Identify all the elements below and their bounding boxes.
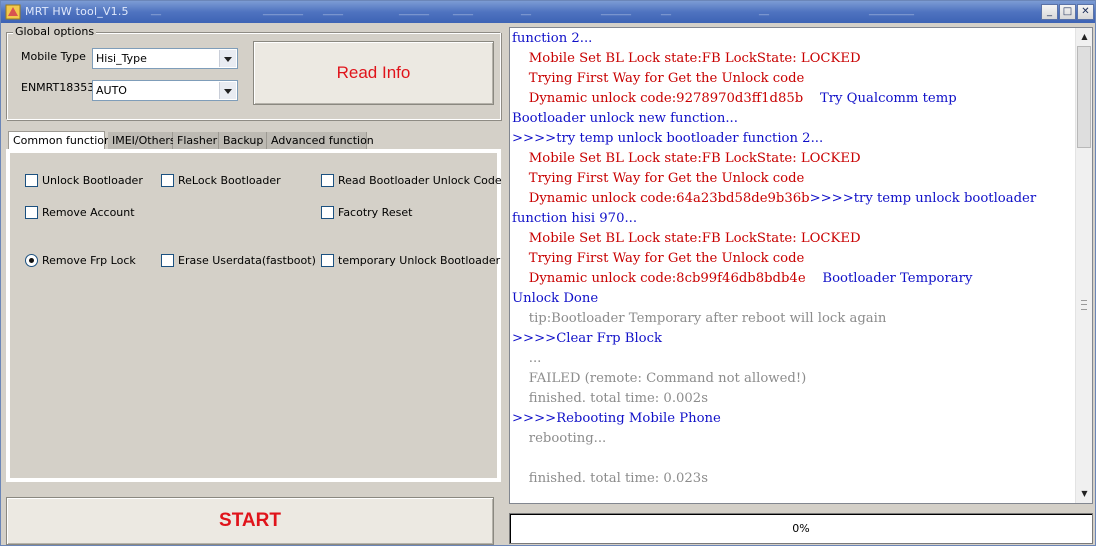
remove-frp-lock-radio[interactable]: Remove Frp Lock [25, 254, 136, 267]
checkbox-box[interactable] [321, 174, 334, 187]
enmrt-value: AUTO [96, 84, 127, 97]
log-line-segment: Bootloader Temporary [822, 271, 973, 286]
log-line: function 2... [512, 31, 593, 46]
start-button[interactable]: START [6, 497, 494, 545]
radio-dot[interactable] [25, 254, 38, 267]
app-window: MRT HW tool_V1.5 __ ________ ____ ______… [0, 0, 1096, 546]
checkbox-label: Erase Userdata(fastboot) [178, 254, 316, 267]
log-line: Mobile Set BL Lock state:FB LockState: L… [512, 51, 861, 66]
log-line: function hisi 970... [512, 211, 638, 226]
checkbox-box[interactable] [25, 206, 38, 219]
log-line: rebooting... [512, 431, 607, 446]
checkbox-box[interactable] [161, 254, 174, 267]
mobile-type-value: Hisi_Type [96, 52, 147, 65]
checkbox-label: Remove Account [42, 206, 135, 219]
log-line: ... [512, 351, 542, 366]
scroll-down-icon[interactable]: ▼ [1077, 486, 1092, 502]
log-line: FAILED (remote: Command not allowed!) [512, 371, 807, 386]
window-title: MRT HW tool_V1.5 [25, 5, 129, 18]
grip-icon [1081, 300, 1087, 310]
erase-userdata-checkbox[interactable]: Erase Userdata(fastboot) [161, 254, 316, 267]
log-line-segment: >>>>try temp unlock bootloader [809, 191, 1037, 206]
factory-reset-checkbox[interactable]: Facotry Reset [321, 206, 412, 219]
checkbox-box[interactable] [321, 206, 334, 219]
checkbox-box[interactable] [321, 254, 334, 267]
log-line: Trying First Way for Get the Unlock code [512, 71, 805, 86]
log-line-segment: Dynamic unlock code:64a23bd58de9b36b [512, 191, 810, 206]
log-line: Bootloader unlock new function... [512, 111, 738, 126]
log-line: Mobile Set BL Lock state:FB LockState: L… [512, 231, 861, 246]
minimize-button[interactable]: _ [1041, 4, 1058, 20]
tab-common-functions[interactable]: Common functions [8, 131, 117, 149]
log-line: Trying First Way for Get the Unlock code [512, 251, 805, 266]
checkbox-label: Facotry Reset [338, 206, 413, 219]
log-line: >>>>Clear Frp Block [512, 331, 662, 346]
common-functions-panel: Unlock Bootloader ReLock Bootloader Read… [6, 149, 502, 482]
radio-label: Remove Frp Lock [42, 254, 136, 267]
tab-backup[interactable]: Backup [219, 132, 267, 149]
mobile-type-select[interactable]: Hisi_Type [92, 48, 238, 69]
read-bootloader-unlock-code-checkbox[interactable]: Read Bootloader Unlock Code [321, 174, 502, 187]
checkbox-label: Unlock Bootloader [42, 174, 143, 187]
tab-advanced-function[interactable]: Advanced function [267, 132, 374, 149]
title-fragment: __ [661, 5, 671, 16]
title-fragment: __ [759, 5, 769, 16]
log-output[interactable]: function 2... Mobile Set BL Lock state:F… [509, 27, 1093, 504]
title-fragment: _________ [869, 5, 914, 16]
title-fragment: ____ [323, 5, 343, 16]
tab-imei-others[interactable]: IMEI/Others [108, 132, 176, 149]
log-line: Mobile Set BL Lock state:FB LockState: L… [512, 151, 861, 166]
read-info-button[interactable]: Read Info [253, 41, 494, 105]
close-button[interactable]: ✕ [1077, 4, 1094, 20]
log-line-segment: Dynamic unlock code:8cb99f46db8bdb4e [512, 271, 823, 286]
log-line-segment: Dynamic unlock code:9278970d3ff1d85b [512, 91, 820, 106]
log-line: >>>>Rebooting Mobile Phone [512, 411, 721, 426]
checkbox-label: Read Bootloader Unlock Code [338, 174, 502, 187]
tab-flasher[interactable]: Flasher [173, 132, 219, 149]
enmrt-select[interactable]: AUTO [92, 80, 238, 101]
log-line: Dynamic unlock code:8cb99f46db8bdb4e Boo… [512, 269, 1077, 289]
relock-bootloader-checkbox[interactable]: ReLock Bootloader [161, 174, 281, 187]
enmrt-label: ENMRT18353 [21, 81, 95, 94]
log-line: Dynamic unlock code:9278970d3ff1d85b Try… [512, 89, 1077, 109]
title-fragment: __ [151, 5, 161, 16]
log-lines: function 2... Mobile Set BL Lock state:F… [512, 29, 1077, 489]
log-scrollbar[interactable]: ▲ ▼ [1075, 28, 1092, 503]
temporary-unlock-bootloader-checkbox[interactable]: temporary Unlock Bootloader [321, 254, 500, 267]
log-line: >>>>try temp unlock bootloader function … [512, 131, 824, 146]
title-bar[interactable]: MRT HW tool_V1.5 __ ________ ____ ______… [1, 1, 1095, 23]
log-line: tip:Bootloader Temporary after reboot wi… [512, 311, 887, 326]
checkbox-box[interactable] [25, 174, 38, 187]
title-fragment: ____ [453, 5, 473, 16]
title-fragment: ______ [399, 5, 429, 16]
title-fragment: __ [521, 5, 531, 16]
mobile-type-label: Mobile Type [21, 50, 86, 63]
app-icon [5, 4, 21, 20]
progress-bar: 0% [509, 513, 1093, 544]
options-area: Unlock Bootloader ReLock Bootloader Read… [10, 153, 502, 478]
unlock-bootloader-checkbox[interactable]: Unlock Bootloader [25, 174, 143, 187]
log-line: finished. total time: 0.023s [512, 471, 708, 486]
log-line: Unlock Done [512, 291, 599, 306]
global-options-legend: Global options [13, 25, 97, 38]
scroll-thumb[interactable] [1077, 46, 1091, 148]
log-line: Trying First Way for Get the Unlock code [512, 171, 805, 186]
checkbox-label: ReLock Bootloader [178, 174, 281, 187]
remove-account-checkbox[interactable]: Remove Account [25, 206, 135, 219]
chevron-down-icon[interactable] [219, 50, 236, 67]
chevron-down-icon[interactable] [219, 82, 236, 99]
checkbox-box[interactable] [161, 174, 174, 187]
maximize-button[interactable]: □ [1059, 4, 1076, 20]
checkbox-label: temporary Unlock Bootloader [338, 254, 501, 267]
log-line: finished. total time: 0.002s [512, 391, 708, 406]
progress-label: 0% [792, 522, 810, 535]
log-line: Dynamic unlock code:64a23bd58de9b36b>>>>… [512, 189, 1077, 209]
log-line-segment: Try Qualcomm temp [819, 91, 957, 106]
title-fragment: ________ [263, 5, 303, 16]
scroll-up-icon[interactable]: ▲ [1077, 29, 1092, 45]
title-fragment: ______ [601, 5, 631, 16]
